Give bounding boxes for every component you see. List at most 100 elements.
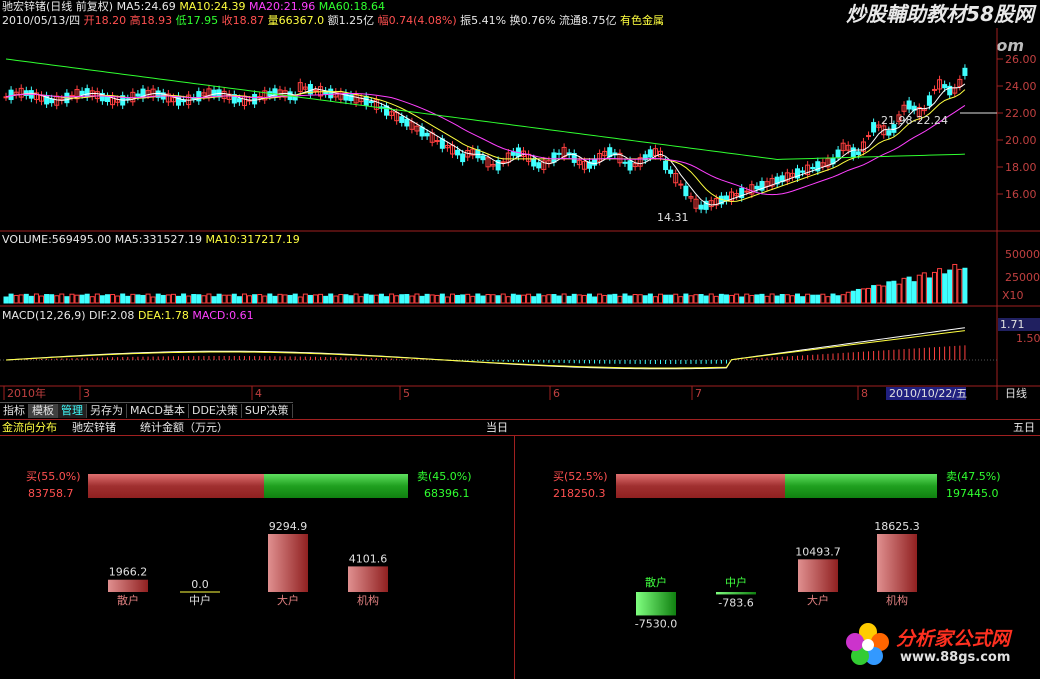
volume-axis-label: 25000 [1005, 271, 1040, 284]
flow-bar [877, 534, 917, 592]
volume-bar [622, 293, 628, 304]
flow-bar-value: 18625.3 [874, 520, 920, 533]
volume-bar [475, 293, 481, 304]
volume-bar [64, 296, 70, 304]
quote-sector: 有色金属 [620, 14, 665, 27]
candle-body [531, 158, 537, 167]
watermark-88gs-url: www.88gs.com [900, 650, 1011, 665]
volume-bar [855, 288, 861, 304]
volume-bar [612, 293, 618, 304]
candle-body [424, 132, 430, 137]
header-line-2: 2010/05/13/四 开18.20 高18.93 低17.95 收18.87… [2, 14, 664, 28]
volume-bar [627, 295, 633, 304]
volume-bar [23, 293, 29, 304]
price-axis-label: 18.00 [1005, 161, 1037, 174]
volume-bar [8, 293, 14, 304]
volume-bar [343, 294, 349, 304]
candle-body [663, 160, 669, 171]
right-buy-sell-bar [616, 474, 937, 498]
candle-body [931, 88, 937, 91]
volume-bar [942, 273, 948, 304]
volume-bar [642, 295, 648, 304]
volume-ma5: MA5:331527.19 [114, 233, 202, 246]
macd-value: MACD:0.61 [192, 309, 254, 322]
candle-body [551, 152, 557, 163]
volume-bar [307, 294, 313, 304]
flow-bar [348, 566, 388, 592]
right-buy-value: 218250.3 [553, 487, 606, 500]
tab-template[interactable]: 模板 [29, 404, 58, 418]
volume-bar [886, 281, 892, 304]
volume-bar [551, 294, 557, 304]
tab-save-as[interactable]: 另存为 [87, 404, 127, 418]
time-axis-label: 4 [255, 387, 262, 400]
time-axis-label: 2010年 [7, 386, 46, 400]
volume-bar [830, 293, 836, 304]
candle-body [723, 195, 729, 202]
volume-bar [176, 295, 182, 304]
candle-body [871, 122, 877, 133]
tab-manage[interactable]: 管理 [58, 404, 87, 418]
volume-bar [835, 295, 841, 304]
volume-bar [84, 293, 90, 304]
volume-bar [455, 294, 461, 304]
volume-bar [328, 293, 334, 304]
macd-dif: DIF:2.08 [89, 309, 135, 322]
volume-bar [754, 294, 760, 304]
flow-bar [716, 592, 756, 595]
price-axis-label: 24.00 [1005, 80, 1037, 93]
macd-title: MACD(12,26,9) [2, 309, 86, 322]
price-axis-label: 26.00 [1005, 53, 1037, 66]
volume-bar [592, 296, 598, 304]
stock-name: 驰宏锌锗 [2, 0, 46, 13]
left-buy-sell-bar [88, 474, 408, 498]
tab-macd-basic[interactable]: MACD基本 [127, 404, 189, 418]
volume-bar [404, 294, 410, 304]
tab-sup[interactable]: SUP决策 [242, 404, 293, 418]
macd-axis-current-text: 1.71 [1000, 318, 1025, 331]
volume-bar [871, 285, 877, 304]
flow-header: 金流向分布 驰宏锌锗 统计金额（万元） 当日 五日 [0, 419, 1040, 436]
candle-body [926, 95, 932, 106]
volume-bar [252, 294, 258, 304]
volume-ma10: MA10:317217.19 [205, 233, 300, 246]
volume-bar [703, 295, 709, 304]
quote-amount: 额1.25亿 [327, 14, 375, 27]
flow-bar-value: 1966.2 [109, 566, 148, 579]
quote-date: 2010/05/13/四 [2, 14, 81, 27]
volume-bar [79, 294, 85, 304]
candle-body [399, 116, 405, 123]
volume-bar [536, 293, 542, 304]
current-date-label: 2010/10/22/五 [889, 387, 967, 400]
volume-bar [135, 294, 141, 304]
left-buy-label: 买(55.0%) [26, 470, 81, 483]
flow-bar [636, 592, 676, 616]
candle-body [455, 149, 461, 156]
volume-bar [495, 295, 501, 304]
quote-close: 收18.87 [221, 14, 265, 27]
left-buy-bar [88, 474, 264, 498]
tab-indicator[interactable]: 指标 [0, 404, 29, 418]
macd-title-row: MACD(12,26,9) DIF:2.08 DEA:1.78 MACD:0.6… [2, 309, 254, 323]
header-line-1: 驰宏锌锗(日线 前复权) MA5:24.69 MA10:24.39 MA20:2… [2, 0, 385, 14]
flow-bar [798, 559, 838, 592]
watermark-88gs: 分析家公式网 www.88gs.com [840, 616, 1040, 676]
flow-right-header: 五日 [1013, 421, 1035, 434]
watermark-88gs-text: 分析家公式网 [896, 628, 1011, 650]
right-sell-bar [784, 474, 937, 498]
candle-body [556, 152, 562, 155]
stock-chart-window: 驰宏锌锗(日线 前复权) MA5:24.69 MA10:24.39 MA20:2… [0, 0, 1040, 679]
left-sell-value: 68396.1 [424, 487, 470, 500]
quote-high: 高18.93 [129, 14, 173, 27]
candle-body [683, 185, 689, 197]
volume-bar [774, 295, 780, 304]
flow-left-panel: 买(55.0%) 83758.7 卖(45.0%) 68396.1 1966.2… [0, 436, 514, 679]
candle-body [698, 204, 704, 210]
tab-dde[interactable]: DDE决策 [189, 404, 242, 418]
quote-float-shares: 流通8.75亿 [559, 14, 617, 27]
flow-bar-label: 散户 [645, 575, 667, 589]
candle-body [328, 88, 334, 99]
volume-bar [911, 281, 917, 304]
volume-title-row: VOLUME:569495.00 MA5:331527.19 MA10:3172… [2, 233, 300, 247]
volume-bar [480, 295, 486, 304]
